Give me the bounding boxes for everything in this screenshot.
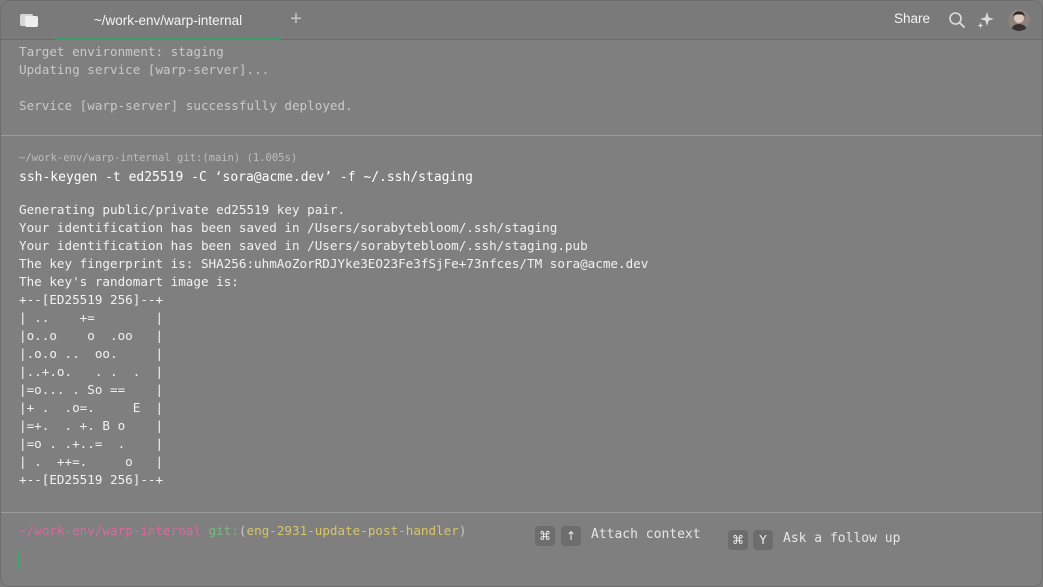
prompt-path: ~/work-env/warp-internal xyxy=(19,523,201,538)
randomart-line: |=o . .+..= . | xyxy=(19,436,164,451)
user-avatar[interactable] xyxy=(1008,9,1030,31)
randomart-line: | . ++=. o | xyxy=(19,454,164,469)
randomart-line: +--[ED25519 256]--+ xyxy=(19,472,164,487)
ask-follow-up-button[interactable]: Ask a follow up xyxy=(783,531,900,546)
previous-command-block[interactable]: Target environment: staging Updating ser… xyxy=(1,41,1042,135)
output-line: Updating service [warp-server]... xyxy=(19,62,270,77)
y-key-icon: Y xyxy=(753,530,773,550)
randomart-line: | .. += | xyxy=(19,310,164,325)
attach-context-button[interactable]: Attach context xyxy=(591,527,701,542)
randomart-line: +--[ED25519 256]--+ xyxy=(19,292,164,307)
output-line: Service [warp-server] successfully deplo… xyxy=(19,98,353,113)
output-line: Target environment: staging xyxy=(19,44,224,59)
output-line: Generating public/private ed25519 key pa… xyxy=(19,202,346,217)
prompt-branch: eng-2931-update-post-handler xyxy=(246,523,459,538)
output-line: Your identification has been saved in /U… xyxy=(19,238,588,253)
terminal-window: ~/work-env/warp-internal + Share Target … xyxy=(0,0,1043,587)
arrow-up-key-icon: ↑ xyxy=(561,526,581,546)
randomart-line: |+ . .o=. E | xyxy=(19,400,164,415)
title-bar: ~/work-env/warp-internal + Share xyxy=(1,1,1042,40)
current-command-block[interactable]: ~/work-env/warp-internal git:(main) (1.0… xyxy=(1,136,1042,512)
sidebar-toggle-icon[interactable] xyxy=(19,12,39,28)
command-key-icon: ⌘ xyxy=(535,526,555,546)
new-tab-button[interactable]: + xyxy=(287,9,305,29)
sparkle-icon[interactable] xyxy=(976,10,996,30)
randomart-line: |..+.o. . . . | xyxy=(19,364,164,379)
prompt-git-label: git: xyxy=(208,523,239,538)
share-button[interactable]: Share xyxy=(894,11,930,26)
output-line: The key's randomart image is: xyxy=(19,274,239,289)
output-line: The key fingerprint is: SHA256:uhmAoZorR… xyxy=(19,256,649,271)
prompt-context: ~/work-env/warp-internal git:(eng-2931-u… xyxy=(19,523,466,538)
tab-active[interactable]: ~/work-env/warp-internal xyxy=(55,1,281,40)
randomart-line: |=o... . So == | xyxy=(19,382,164,397)
command-key-icon: ⌘ xyxy=(728,530,748,550)
block-metadata: ~/work-env/warp-internal git:(main) (1.0… xyxy=(19,152,298,164)
command-text: ssh-keygen -t ed25519 -C ‘sora@acme.dev’… xyxy=(19,170,473,185)
randomart-line: |o..o o .oo | xyxy=(19,328,164,343)
search-icon[interactable] xyxy=(948,11,966,29)
active-tab-indicator xyxy=(55,37,281,40)
randomart-line: |=+. . +. B o | xyxy=(19,418,164,433)
output-line: Your identification has been saved in /U… xyxy=(19,220,558,235)
prompt-paren-open: ( xyxy=(238,523,247,538)
text-cursor xyxy=(17,552,19,570)
prompt-paren-close: ) xyxy=(458,523,467,538)
randomart-line: |.o.o .. oo. | xyxy=(19,346,164,361)
tab-title: ~/work-env/warp-internal xyxy=(93,13,243,28)
